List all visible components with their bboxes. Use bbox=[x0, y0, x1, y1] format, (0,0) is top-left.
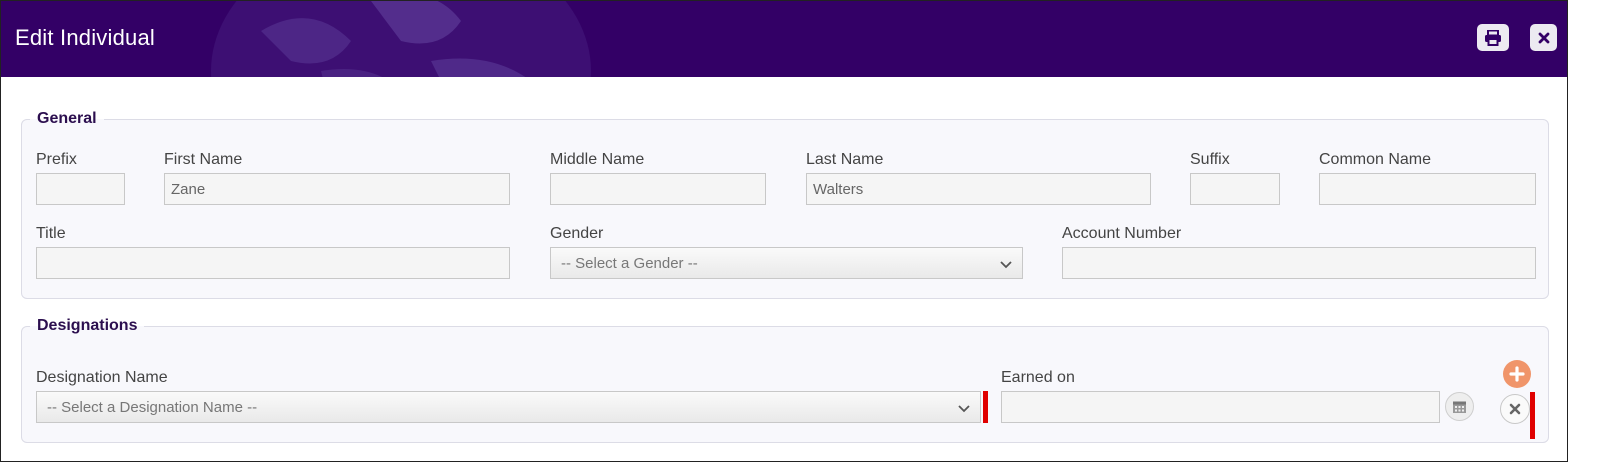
last-name-label: Last Name bbox=[806, 151, 884, 168]
account-number-label: Account Number bbox=[1062, 225, 1182, 242]
designation-name-select[interactable]: -- Select a Designation Name -- bbox=[36, 391, 981, 423]
title-label: Title bbox=[36, 225, 66, 242]
calendar-button[interactable] bbox=[1445, 392, 1474, 421]
close-icon bbox=[1538, 32, 1549, 43]
globe-graphic bbox=[211, 1, 591, 77]
chevron-down-icon bbox=[958, 405, 970, 413]
account-number-input[interactable] bbox=[1062, 247, 1536, 279]
edit-individual-dialog: Edit Individual General Prefix First Nam… bbox=[0, 0, 1568, 462]
gender-select[interactable]: -- Select a Gender -- bbox=[550, 247, 1023, 279]
printer-icon bbox=[1485, 29, 1501, 46]
first-name-label: First Name bbox=[164, 151, 243, 168]
close-circle-icon bbox=[1509, 403, 1521, 415]
earned-on-input[interactable] bbox=[1001, 391, 1440, 423]
last-name-input[interactable] bbox=[806, 173, 1151, 205]
designation-name-label: Designation Name bbox=[36, 369, 168, 386]
designations-legend: Designations bbox=[37, 317, 138, 334]
required-marker bbox=[1530, 392, 1535, 439]
common-name-input[interactable] bbox=[1319, 173, 1536, 205]
general-legend: General bbox=[37, 110, 97, 127]
print-button[interactable] bbox=[1477, 24, 1509, 51]
designations-section: Designations bbox=[21, 317, 1549, 443]
gender-label: Gender bbox=[550, 225, 604, 242]
middle-name-label: Middle Name bbox=[550, 151, 645, 168]
prefix-label: Prefix bbox=[36, 151, 77, 168]
middle-name-input[interactable] bbox=[550, 173, 766, 205]
prefix-input[interactable] bbox=[36, 173, 125, 205]
title-input[interactable] bbox=[36, 247, 510, 279]
designation-name-select-value: -- Select a Designation Name -- bbox=[47, 398, 258, 416]
dialog-header: Edit Individual bbox=[1, 1, 1567, 77]
required-marker bbox=[983, 391, 988, 423]
dialog-title: Edit Individual bbox=[15, 25, 155, 50]
close-button[interactable] bbox=[1530, 24, 1557, 51]
calendar-icon bbox=[1453, 401, 1466, 413]
plus-circle-icon bbox=[1509, 366, 1525, 382]
suffix-input[interactable] bbox=[1190, 173, 1280, 205]
first-name-input[interactable] bbox=[164, 173, 510, 205]
gender-select-value: -- Select a Gender -- bbox=[561, 254, 698, 272]
remove-designation-button[interactable] bbox=[1500, 394, 1530, 424]
suffix-label: Suffix bbox=[1190, 151, 1230, 168]
add-designation-button[interactable] bbox=[1503, 360, 1531, 388]
common-name-label: Common Name bbox=[1319, 151, 1432, 168]
chevron-down-icon bbox=[1000, 261, 1012, 269]
earned-on-label: Earned on bbox=[1001, 369, 1075, 386]
